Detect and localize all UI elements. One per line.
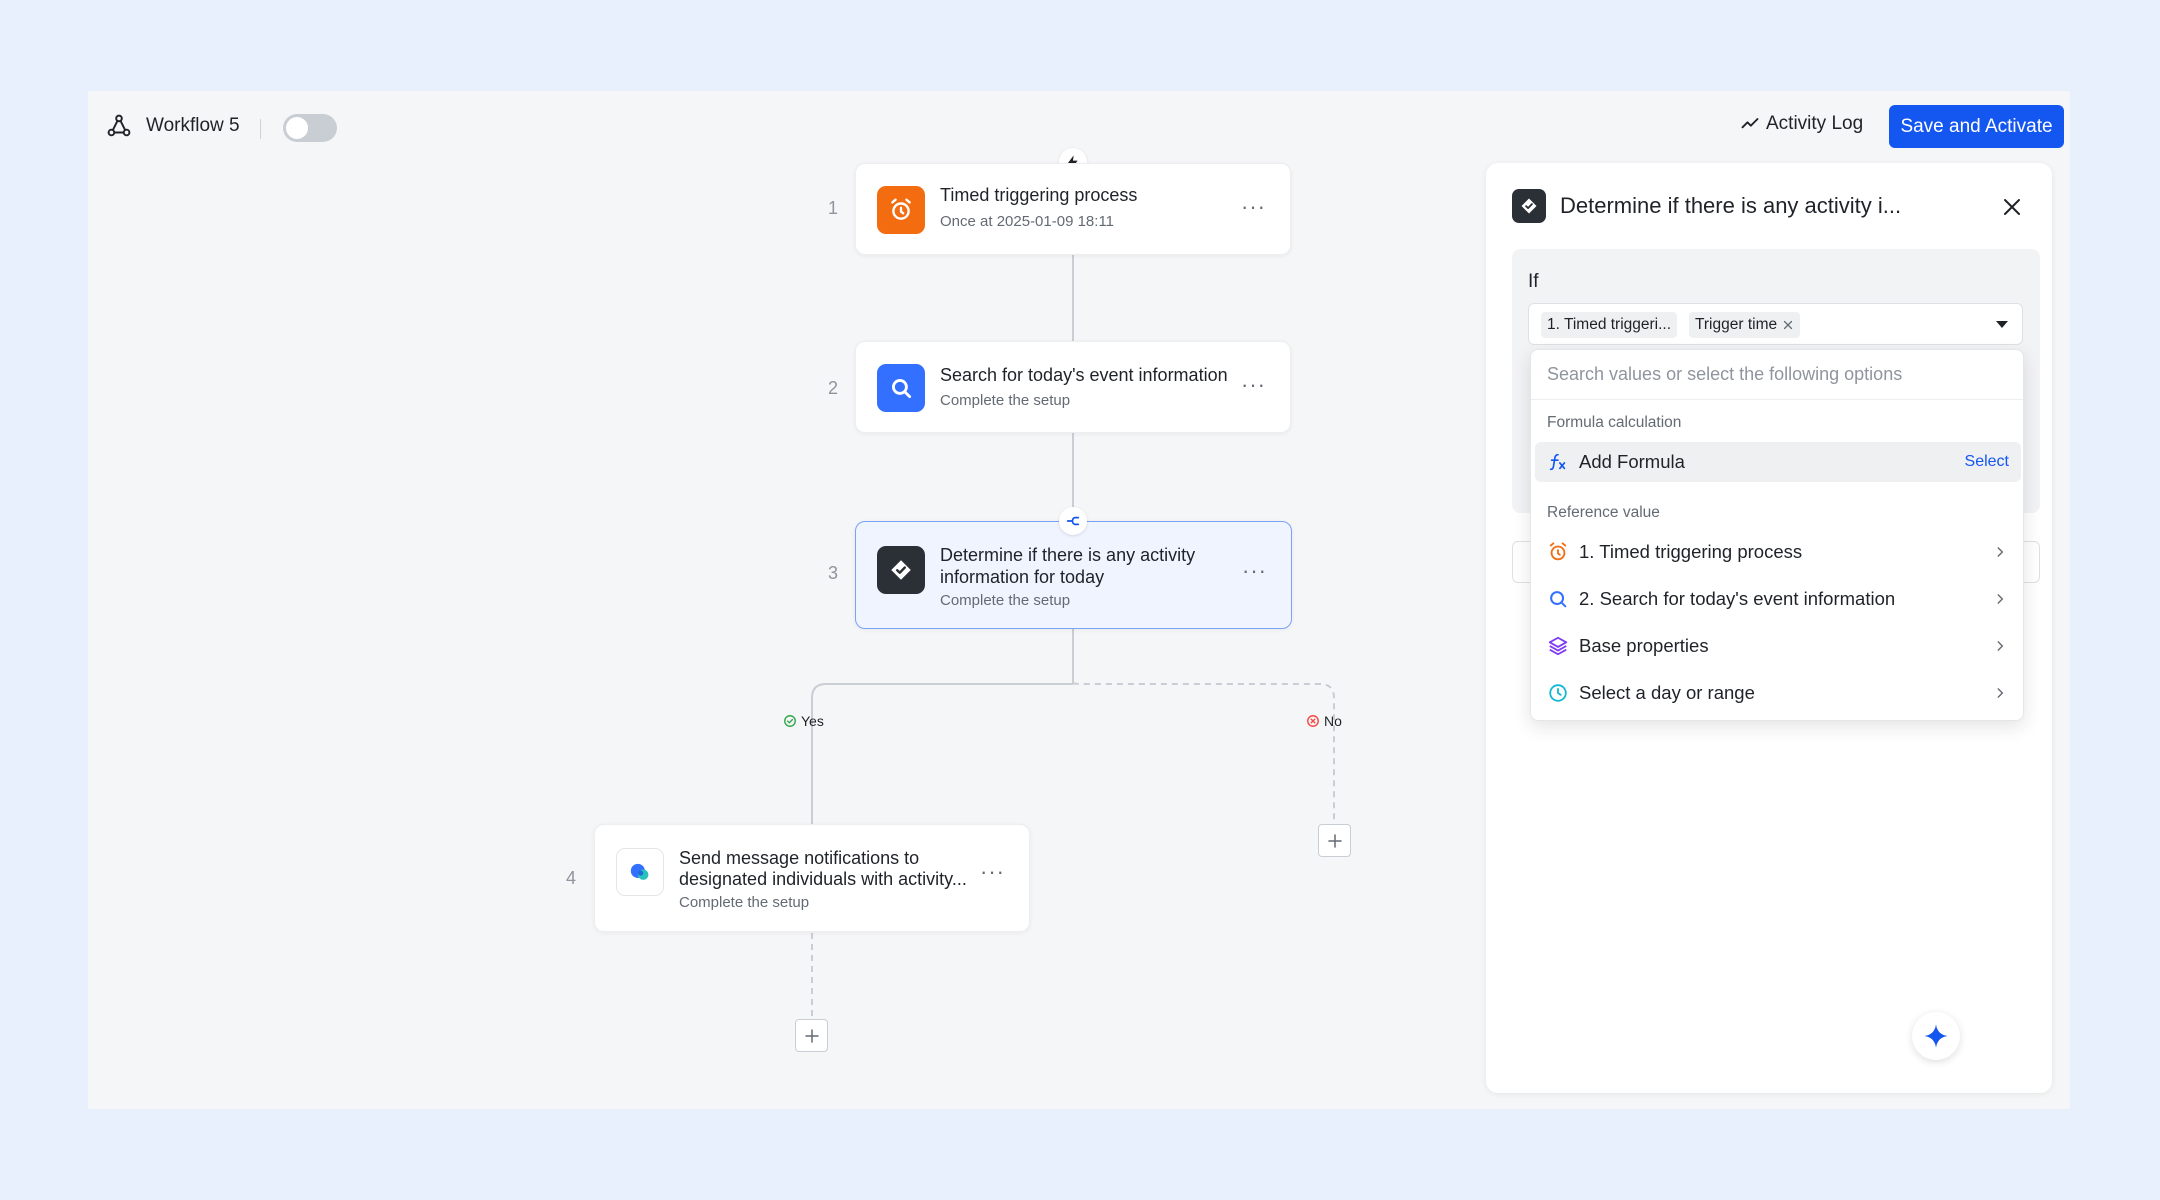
- add-formula-option[interactable]: Add Formula Select: [1535, 442, 2021, 482]
- reference-label: 1. Timed triggering process: [1579, 541, 1803, 562]
- select-link[interactable]: Select: [1965, 453, 2009, 471]
- more-options-button[interactable]: ···: [980, 859, 1005, 885]
- ai-assistant-button[interactable]: [1912, 1012, 1960, 1060]
- node-search-events[interactable]: Search for today's event information Com…: [855, 341, 1291, 433]
- node-icon-box: [877, 186, 925, 234]
- alarm-clock-icon: [1549, 542, 1567, 561]
- node-subtitle: Complete the setup: [679, 894, 810, 911]
- step-number-3: 3: [828, 563, 839, 583]
- reference-option-day-range[interactable]: Select a day or range: [1535, 673, 2021, 713]
- x-circle-icon: [1307, 715, 1319, 727]
- node-timed-trigger[interactable]: Timed triggering process Once at 2025-01…: [855, 163, 1291, 255]
- condition-field-select[interactable]: 1. Timed triggeri... Trigger time: [1528, 303, 2023, 345]
- node-icon-box: [877, 546, 925, 594]
- node-determine-activity[interactable]: Determine if there is any activity infor…: [855, 521, 1292, 629]
- panel-header: Determine if there is any activity i...: [1512, 189, 1901, 223]
- add-step-button-end[interactable]: [795, 1019, 828, 1052]
- branch-yes-label: Yes: [783, 713, 824, 729]
- alarm-clock-icon: [891, 198, 911, 220]
- node-title-line2: designated individuals with activity...: [679, 869, 967, 889]
- panel-title: Determine if there is any activity i...: [1560, 193, 1902, 218]
- if-label: If: [1528, 271, 1539, 292]
- reference-label: 2. Search for today's event information: [1579, 588, 1896, 609]
- chevron-right-icon: [1997, 594, 2004, 604]
- node-subtitle: Complete the setup: [940, 592, 1071, 609]
- chevron-right-icon: [1997, 641, 2004, 651]
- check-circle-icon: [784, 715, 796, 727]
- step-number-1: 1: [828, 198, 839, 218]
- reference-option-timed-trigger[interactable]: 1. Timed triggering process: [1535, 532, 2021, 572]
- chat-bubble-icon: [630, 863, 649, 880]
- node-send-message[interactable]: Send message notifications to designated…: [594, 824, 1030, 932]
- layers-icon: [1548, 636, 1568, 656]
- plus-icon: [804, 1028, 819, 1043]
- section-reference-value: Reference value: [1547, 504, 1660, 521]
- chip-remove-icon[interactable]: [1782, 319, 1794, 331]
- node-subtitle: Once at 2025-01-09 18:11: [940, 213, 1115, 230]
- activity-log-button[interactable]: Activity Log: [1740, 113, 1863, 135]
- reference-label: Select a day or range: [1579, 682, 1755, 703]
- node-title: Timed triggering process: [940, 185, 1138, 205]
- panel-node-icon: [1512, 189, 1546, 223]
- check-diamond-icon: [891, 560, 911, 580]
- node-subtitle: Complete the setup: [940, 392, 1071, 409]
- more-options-button[interactable]: ···: [1242, 558, 1267, 584]
- node-title-line1: Send message notifications to: [679, 848, 920, 868]
- node-title-line2: information for today: [940, 567, 1105, 587]
- field-chip-trigger-time[interactable]: Trigger time: [1689, 312, 1801, 338]
- sparkle-icon: [1924, 1024, 1948, 1048]
- node-title-line1: Determine if there is any activity: [940, 545, 1196, 565]
- chip-label: Trigger time: [1695, 316, 1778, 333]
- close-icon[interactable]: [2000, 195, 2024, 219]
- clock-icon: [1549, 684, 1567, 702]
- branch-no-text: No: [1324, 713, 1342, 729]
- chevron-right-icon: [1997, 547, 2004, 557]
- step-number-2: 2: [828, 378, 839, 398]
- more-options-button[interactable]: ···: [1241, 372, 1266, 398]
- field-chip-source: 1. Timed triggeri...: [1541, 312, 1678, 338]
- node-icon-box: [616, 848, 664, 896]
- more-options-button[interactable]: ···: [1241, 194, 1266, 220]
- chevron-down-icon: [1996, 321, 2008, 328]
- search-icon: [892, 379, 912, 399]
- branch-no-label: No: [1306, 713, 1342, 729]
- node-title: Search for today's event information: [940, 365, 1228, 385]
- add-formula-label: Add Formula: [1579, 451, 1685, 472]
- activity-log-label: Activity Log: [1766, 113, 1864, 134]
- reference-option-base-properties[interactable]: Base properties: [1535, 626, 2021, 666]
- options-search-input[interactable]: [1531, 350, 2023, 400]
- node-icon-box: [877, 364, 925, 412]
- chevron-right-icon: [1997, 688, 2004, 698]
- branch-icon: [1066, 516, 1080, 526]
- function-icon: [1549, 453, 1566, 471]
- section-formula-calculation: Formula calculation: [1547, 414, 1682, 431]
- branch-yes-text: Yes: [801, 713, 824, 729]
- trend-icon: [1741, 118, 1759, 129]
- branch-badge: [1059, 507, 1087, 535]
- check-diamond-icon: [1521, 198, 1537, 214]
- search-icon: [1550, 591, 1567, 608]
- save-and-activate-button[interactable]: Save and Activate: [1889, 105, 2064, 148]
- plus-icon: [1327, 833, 1342, 848]
- reference-option-search-events[interactable]: 2. Search for today's event information: [1535, 579, 2021, 619]
- step-number-4: 4: [566, 868, 577, 888]
- field-options-dropdown: Formula calculation Add Formula Select R…: [1530, 349, 2024, 721]
- reference-label: Base properties: [1579, 635, 1709, 656]
- workflow-editor: Workflow 5 Activity Log Save and Activat…: [88, 91, 2070, 1109]
- node-config-panel: Determine if there is any activity i... …: [1486, 163, 2052, 1093]
- add-step-button-no-branch[interactable]: [1318, 824, 1351, 857]
